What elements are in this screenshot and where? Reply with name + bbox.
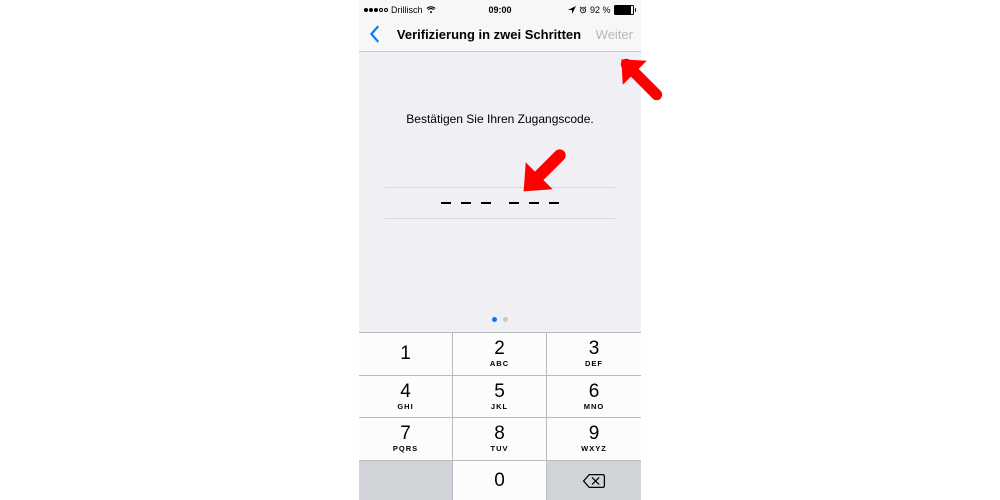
keypad-key-5[interactable]: 5 JKL — [453, 376, 547, 419]
keypad-key-3[interactable]: 3 DEF — [547, 333, 641, 376]
battery-icon — [614, 5, 637, 15]
keypad-key-9[interactable]: 9 WXYZ — [547, 418, 641, 461]
keypad-key-4[interactable]: 4 GHI — [359, 376, 453, 419]
keypad-key-6[interactable]: 6 MNO — [547, 376, 641, 419]
status-bar: Drillisch 09:00 — [359, 0, 641, 17]
numeric-keypad: 1 2 ABC 3 DEF 4 GHI 5 JKL 6 MNO — [359, 332, 641, 500]
backspace-icon — [582, 473, 606, 489]
keypad-key-2[interactable]: 2 ABC — [453, 333, 547, 376]
status-time: 09:00 — [488, 5, 511, 15]
keypad-blank — [359, 461, 453, 500]
nav-bar: Verifizierung in zwei Schritten Weiter — [359, 17, 641, 52]
content-area: Bestätigen Sie Ihren Zugangscode. — [359, 52, 641, 332]
battery-percent-label: 92 % — [590, 5, 611, 15]
status-left: Drillisch — [364, 5, 488, 15]
chevron-left-icon — [369, 25, 381, 43]
wifi-icon — [426, 6, 436, 14]
instruction-text: Bestätigen Sie Ihren Zugangscode. — [359, 112, 641, 126]
keypad-key-8[interactable]: 8 TUV — [453, 418, 547, 461]
carrier-label: Drillisch — [391, 5, 423, 15]
next-button[interactable]: Weiter — [593, 27, 635, 42]
location-icon — [568, 6, 576, 14]
nav-title: Verifizierung in zwei Schritten — [389, 27, 589, 42]
page-dot-1 — [492, 317, 497, 322]
keypad-key-0[interactable]: 0 — [453, 461, 547, 500]
back-button[interactable] — [365, 25, 385, 43]
page-dot-2 — [503, 317, 508, 322]
page-indicator — [359, 317, 641, 322]
status-right: 92 % — [512, 5, 636, 15]
keypad-delete-button[interactable] — [547, 461, 641, 500]
passcode-dashes — [441, 202, 559, 204]
passcode-input[interactable] — [385, 187, 615, 219]
signal-strength-icon — [364, 8, 388, 12]
keypad-key-1[interactable]: 1 — [359, 333, 453, 376]
phone-screen: Drillisch 09:00 — [359, 0, 641, 500]
alarm-icon — [579, 6, 587, 14]
keypad-key-7[interactable]: 7 PQRS — [359, 418, 453, 461]
